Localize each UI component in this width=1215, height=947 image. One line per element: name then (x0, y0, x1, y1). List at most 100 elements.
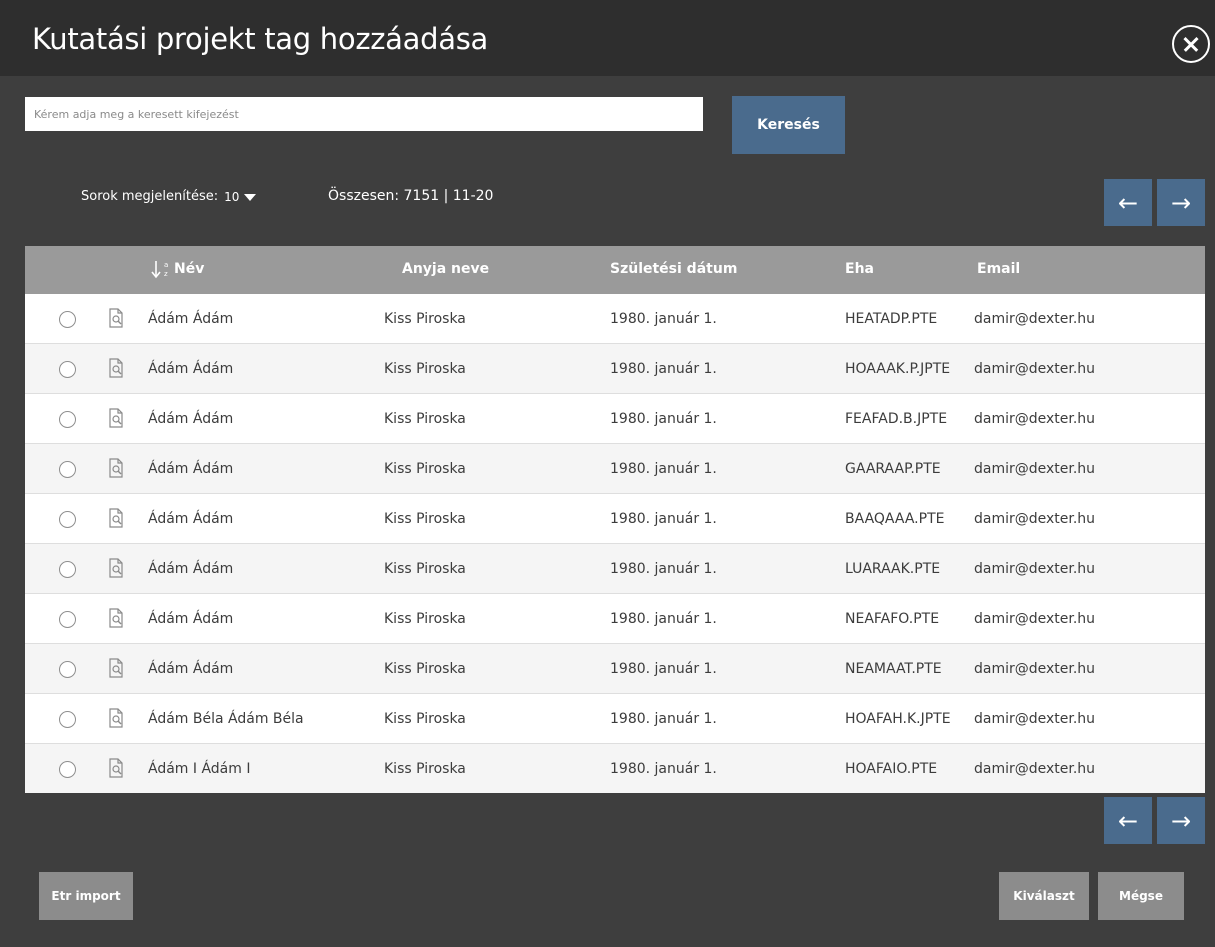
cell-mother-name: Kiss Piroska (384, 511, 466, 527)
row-select-radio[interactable] (59, 611, 76, 628)
table-row[interactable]: Ádám Ádám Kiss Piroska 1980. január 1. HOAA… (25, 344, 1205, 394)
members-table: a z Név Anyja neve Születési dátum Eha E… (25, 246, 1205, 793)
table-row[interactable]: Ádám Ádám Kiss Piroska 1980. január 1. FEAF… (25, 394, 1205, 444)
table-row[interactable]: Ádám Ádám Kiss Piroska 1980. január 1. GAAR… (25, 444, 1205, 494)
document-search-icon[interactable] (106, 707, 126, 729)
column-header-email[interactable]: Email (977, 261, 1020, 277)
svg-text:z: z (164, 270, 168, 278)
table-row[interactable]: Ádám Ádám Kiss Piroska 1980. január 1. NEAM… (25, 644, 1205, 694)
table-row[interactable]: Ádám Béla Ádám Béla Kiss Piroska 1980. jan… (25, 694, 1205, 744)
cell-email: damir@dexter.hu (974, 611, 1096, 627)
cell-name: Ádám Ádám (148, 661, 234, 677)
table-row[interactable]: Ádám Ádám Kiss Piroska 1980. január 1. NEAF… (25, 594, 1205, 644)
cell-email: damir@dexter.hu (974, 461, 1096, 477)
search-input[interactable] (25, 97, 703, 131)
cell-eha: HOAFAIO.PTE (845, 761, 938, 777)
cell-birth-date: 1980. január 1. (610, 461, 717, 477)
cell-eha: GAARAAP.PTE (845, 461, 941, 477)
column-header-name[interactable]: Név (174, 261, 204, 277)
row-select-radio[interactable] (59, 761, 76, 778)
cell-mother-name: Kiss Piroska (384, 561, 466, 577)
caret-down-icon (244, 193, 257, 201)
cell-birth-date: 1980. január 1. (610, 761, 717, 777)
rows-per-page-label: Sorok megjelenítése: (81, 189, 219, 204)
row-select-radio[interactable] (59, 311, 76, 328)
document-search-icon[interactable] (106, 307, 126, 329)
cell-name: Ádám Ádám (148, 311, 234, 327)
document-search-icon[interactable] (106, 357, 126, 379)
close-icon[interactable] (1172, 25, 1210, 63)
row-select-radio[interactable] (59, 661, 76, 678)
cell-email: damir@dexter.hu (974, 511, 1096, 527)
cell-mother-name: Kiss Piroska (384, 761, 466, 777)
cell-name: Ádám Béla Ádám Béla (148, 711, 304, 727)
cell-mother-name: Kiss Piroska (384, 361, 466, 377)
cell-name: Ádám Ádám (148, 611, 234, 627)
cancel-button[interactable]: Mégse (1098, 872, 1184, 920)
cell-mother-name: Kiss Piroska (384, 461, 466, 477)
document-search-icon[interactable] (106, 557, 126, 579)
total-count: Összesen: 7151 | 11-20 (328, 188, 494, 204)
cell-birth-date: 1980. január 1. (610, 361, 717, 377)
cell-eha: FEAFAD.B.JPTE (845, 411, 948, 427)
select-button[interactable]: Kiválaszt (999, 872, 1089, 920)
dialog-title: Kutatási projekt tag hozzáadása (32, 22, 488, 56)
document-search-icon[interactable] (106, 757, 126, 779)
cell-mother-name: Kiss Piroska (384, 311, 466, 327)
table-row[interactable]: Ádám Ádám Kiss Piroska 1980. január 1. LUAR… (25, 544, 1205, 594)
cell-birth-date: 1980. január 1. (610, 661, 717, 677)
table-row[interactable]: Ádám Ádám Kiss Piroska 1980. január 1. HEAT… (25, 294, 1205, 344)
sort-az-descending-icon[interactable]: a z (150, 258, 172, 280)
svg-text:a: a (164, 261, 168, 269)
table-row[interactable]: Ádám Ádám Kiss Piroska 1980. január 1. BAAQ… (25, 494, 1205, 544)
document-search-icon[interactable] (106, 607, 126, 629)
cell-name: Ádám Ádám (148, 461, 234, 477)
prev-page-button-bottom[interactable]: ← (1104, 797, 1152, 844)
document-search-icon[interactable] (106, 457, 126, 479)
cell-birth-date: 1980. január 1. (610, 561, 717, 577)
table-body: Ádám Ádám Kiss Piroska 1980. január 1. HEAT… (25, 294, 1205, 793)
cell-eha: HOAAAK.P.JPTE (845, 361, 951, 377)
table-row[interactable]: Ádám I Ádám I Kiss Piroska 1980. január 1.… (25, 744, 1205, 793)
cell-mother-name: Kiss Piroska (384, 611, 466, 627)
rows-per-page-select[interactable]: Sorok megjelenítése: 10 (81, 189, 257, 204)
row-select-radio[interactable] (59, 411, 76, 428)
cell-eha: NEAFAFO.PTE (845, 611, 940, 627)
cell-birth-date: 1980. január 1. (610, 411, 717, 427)
cell-name: Ádám Ádám (148, 511, 234, 527)
column-header-mother[interactable]: Anyja neve (402, 261, 489, 277)
prev-page-button-top[interactable]: ← (1104, 179, 1152, 226)
row-select-radio[interactable] (59, 561, 76, 578)
cell-name: Ádám Ádám (148, 411, 234, 427)
cell-birth-date: 1980. január 1. (610, 311, 717, 327)
cell-email: damir@dexter.hu (974, 361, 1096, 377)
cell-email: damir@dexter.hu (974, 661, 1096, 677)
row-select-radio[interactable] (59, 511, 76, 528)
next-page-button-bottom[interactable]: → (1157, 797, 1205, 844)
cell-name: Ádám Ádám (148, 561, 234, 577)
column-header-birth-date[interactable]: Születési dátum (610, 261, 737, 277)
document-search-icon[interactable] (106, 407, 126, 429)
cell-mother-name: Kiss Piroska (384, 661, 466, 677)
etr-import-button[interactable]: Etr import (39, 872, 133, 920)
column-header-eha[interactable]: Eha (845, 261, 874, 277)
document-search-icon[interactable] (106, 507, 126, 529)
cell-eha: HOAFAH.K.JPTE (845, 711, 951, 727)
cell-name: Ádám I Ádám I (148, 761, 251, 777)
cell-mother-name: Kiss Piroska (384, 711, 466, 727)
search-button[interactable]: Keresés (732, 96, 845, 154)
row-select-radio[interactable] (59, 461, 76, 478)
row-select-radio[interactable] (59, 361, 76, 378)
cell-eha: NEAMAAT.PTE (845, 661, 942, 677)
cell-name: Ádám Ádám (148, 361, 234, 377)
cell-email: damir@dexter.hu (974, 311, 1096, 327)
row-select-radio[interactable] (59, 711, 76, 728)
table-header: a z Név Anyja neve Születési dátum Eha E… (25, 246, 1205, 294)
dialog-titlebar: Kutatási projekt tag hozzáadása (0, 0, 1215, 76)
cell-email: damir@dexter.hu (974, 561, 1096, 577)
next-page-button-top[interactable]: → (1157, 179, 1205, 226)
cell-birth-date: 1980. január 1. (610, 611, 717, 627)
document-search-icon[interactable] (106, 657, 126, 679)
cell-email: damir@dexter.hu (974, 411, 1096, 427)
cell-eha: BAAQAAA.PTE (845, 511, 945, 527)
